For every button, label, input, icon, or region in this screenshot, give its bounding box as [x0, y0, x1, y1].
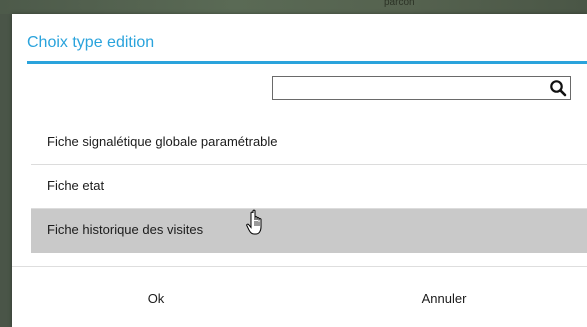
map-place-label: parcon	[384, 0, 415, 8]
list-item-label: Fiche etat	[47, 178, 105, 193]
list-item[interactable]: Fiche signalétique globale paramétrable	[31, 121, 587, 165]
choose-edition-dialog: Choix type edition Fiche signalétique gl…	[12, 14, 587, 327]
cancel-button[interactable]: Annuler	[364, 284, 524, 312]
search-icon[interactable]	[549, 79, 567, 97]
map-background: parcon	[0, 0, 587, 14]
search-box[interactable]	[272, 76, 571, 100]
dialog-title: Choix type edition	[27, 34, 155, 51]
ok-button[interactable]: Ok	[76, 284, 236, 312]
title-underline	[27, 61, 587, 64]
list-item-label: Fiche historique des visites	[47, 222, 204, 237]
edition-type-list: Fiche signalétique globale paramétrable …	[31, 121, 587, 253]
search-input[interactable]	[275, 78, 551, 98]
list-item[interactable]: Fiche etat	[31, 165, 587, 209]
list-item-selected[interactable]: Fiche historique des visites	[31, 209, 587, 253]
footer-divider	[12, 266, 587, 267]
list-item-label: Fiche signalétique globale paramétrable	[47, 134, 278, 149]
hand-pointer-icon	[246, 209, 262, 235]
map-left-edge	[0, 14, 12, 327]
